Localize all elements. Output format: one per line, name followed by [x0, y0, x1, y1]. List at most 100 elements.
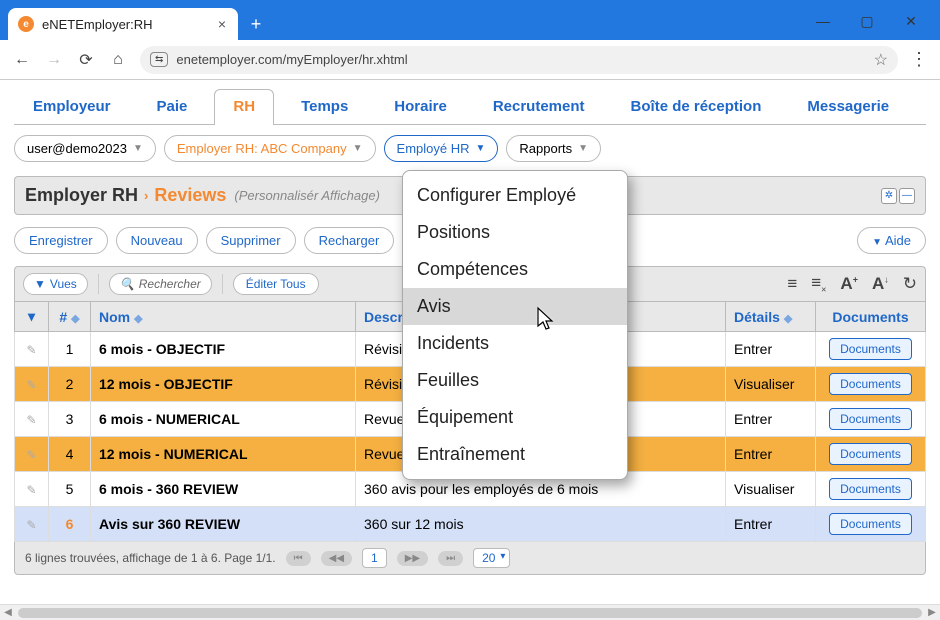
tab-rh[interactable]: RH [214, 89, 274, 125]
documents-button[interactable]: Documents [829, 408, 912, 430]
sort-icon: ◆ [71, 313, 79, 325]
page-prev-button[interactable]: ◀◀ [321, 551, 352, 566]
font-decrease-icon[interactable]: A↓ [872, 274, 889, 294]
page-first-button[interactable]: ⏮ [286, 551, 311, 566]
pencil-icon[interactable]: ✎ [26, 518, 36, 532]
bookmark-icon[interactable]: ☆ [874, 50, 888, 70]
pencil-icon[interactable]: ✎ [26, 343, 36, 357]
save-button[interactable]: Enregistrer [14, 227, 108, 254]
row-details: Entrer [726, 507, 816, 542]
menu-item-incidents[interactable]: Incidents [403, 325, 627, 362]
documents-button[interactable]: Documents [829, 443, 912, 465]
col-edit[interactable]: ▾ [15, 302, 49, 332]
edit-all-button[interactable]: Éditer Tous [233, 273, 319, 295]
delete-button[interactable]: Supprimer [206, 227, 296, 254]
sort-icon: ◆ [134, 313, 142, 325]
cursor-icon [534, 306, 556, 338]
clear-filter-icon[interactable]: ≡× [811, 273, 826, 294]
row-number: 2 [49, 367, 91, 402]
page-note: (Personnalisér Affichage) [234, 188, 379, 203]
refresh-icon[interactable]: ↻ [903, 274, 917, 294]
tab-temps[interactable]: Temps [282, 89, 367, 125]
tab-horaire[interactable]: Horaire [375, 89, 466, 125]
chevron-down-icon: ▼ [34, 277, 46, 291]
tab-employeur[interactable]: Employeur [14, 89, 130, 125]
documents-button[interactable]: Documents [829, 513, 912, 535]
horizontal-scrollbar[interactable]: ◀ ▶ [0, 604, 940, 620]
views-label: Vues [50, 277, 77, 291]
tab-title: eNETEmployer:RH [42, 17, 210, 32]
font-increase-icon[interactable]: A+ [840, 274, 858, 294]
browser-toolbar: ← → ⟳ ⌂ ⇆ enetemployer.com/myEmployer/hr… [0, 40, 940, 80]
row-name: Avis sur 360 REVIEW [91, 507, 356, 542]
close-window-icon[interactable]: ✕ [900, 10, 922, 32]
tab-bo-te-de-r-ception[interactable]: Boîte de réception [612, 89, 781, 125]
help-button[interactable]: ▼ Aide [857, 227, 926, 254]
search-input[interactable]: 🔍Rechercher [109, 273, 212, 295]
back-icon[interactable]: ← [12, 50, 32, 70]
separator [222, 274, 223, 294]
documents-button[interactable]: Documents [829, 478, 912, 500]
documents-button[interactable]: Documents [829, 373, 912, 395]
tab-recrutement[interactable]: Recrutement [474, 89, 604, 125]
reload-icon[interactable]: ⟳ [76, 50, 96, 70]
employer-dropdown-label: Employer RH: ABC Company [177, 141, 347, 156]
gear-icon[interactable]: ✲ [881, 188, 897, 204]
pencil-icon[interactable]: ✎ [26, 483, 36, 497]
menu-item-feuilles[interactable]: Feuilles [403, 362, 627, 399]
pencil-icon[interactable]: ✎ [26, 413, 36, 427]
new-button[interactable]: Nouveau [116, 227, 198, 254]
scroll-right-icon[interactable]: ▶ [924, 607, 940, 618]
page-next-button[interactable]: ▶▶ [397, 551, 428, 566]
scrollbar-thumb[interactable] [18, 608, 922, 618]
employee-dropdown[interactable]: Employé HR▼ [384, 135, 499, 162]
scroll-left-icon[interactable]: ◀ [0, 607, 16, 618]
minimize-icon[interactable]: — [812, 10, 834, 32]
col-name[interactable]: Nom◆ [91, 302, 356, 332]
reports-dropdown-label: Rapports [519, 141, 572, 156]
pencil-icon[interactable]: ✎ [26, 378, 36, 392]
filter-lines-icon[interactable]: ≡ [787, 274, 797, 294]
views-dropdown[interactable]: ▼ Vues [23, 273, 88, 295]
menu-item-avis[interactable]: Avis [403, 288, 627, 325]
row-details: Visualiser [726, 472, 816, 507]
pencil-icon[interactable]: ✎ [26, 448, 36, 462]
page-last-button[interactable]: ⏭ [438, 551, 463, 566]
col-num[interactable]: #◆ [49, 302, 91, 332]
collapse-icon[interactable]: — [899, 188, 915, 204]
menu-item-entra-nement[interactable]: Entraînement [403, 436, 627, 473]
row-number: 6 [49, 507, 91, 542]
browser-tab[interactable]: e eNETEmployer:RH × [8, 8, 238, 40]
menu-item--quipement[interactable]: Équipement [403, 399, 627, 436]
url-bar[interactable]: ⇆ enetemployer.com/myEmployer/hr.xhtml ☆ [140, 46, 898, 74]
col-documents[interactable]: Documents [816, 302, 926, 332]
secure-icon: ⇆ [150, 52, 168, 67]
reload-button[interactable]: Recharger [304, 227, 395, 254]
employer-dropdown[interactable]: Employer RH: ABC Company▼ [164, 135, 376, 162]
sort-icon: ◆ [784, 313, 792, 325]
menu-item-comp-tences[interactable]: Compétences [403, 251, 627, 288]
user-dropdown[interactable]: user@demo2023▼ [14, 135, 156, 162]
pagination: 6 lignes trouvées, affichage de 1 à 6. P… [14, 542, 926, 575]
documents-button[interactable]: Documents [829, 338, 912, 360]
maximize-icon[interactable]: ▢ [856, 10, 878, 32]
new-tab-button[interactable]: + [242, 10, 270, 38]
menu-icon[interactable]: ⋮ [910, 49, 928, 70]
tab-messagerie[interactable]: Messagerie [788, 89, 908, 125]
tab-paie[interactable]: Paie [138, 89, 207, 125]
col-details[interactable]: Détails◆ [726, 302, 816, 332]
menu-item-configurer-employ-[interactable]: Configurer Employé [403, 177, 627, 214]
col-num-label: # [59, 309, 67, 325]
filter-icon: ▾ [28, 308, 35, 324]
help-label: Aide [885, 233, 911, 248]
app-tabs: EmployeurPaieRHTempsHoraireRecrutementBo… [14, 88, 926, 125]
home-icon[interactable]: ⌂ [108, 50, 128, 70]
pagination-summary: 6 lignes trouvées, affichage de 1 à 6. P… [25, 551, 276, 565]
menu-item-positions[interactable]: Positions [403, 214, 627, 251]
employee-dropdown-menu: Configurer EmployéPositionsCompétencesAv… [402, 170, 628, 480]
close-tab-icon[interactable]: × [218, 16, 226, 32]
reports-dropdown[interactable]: Rapports▼ [506, 135, 601, 162]
forward-icon[interactable]: → [44, 50, 64, 70]
page-size-select[interactable]: 20 [473, 548, 510, 568]
table-row[interactable]: ✎6Avis sur 360 REVIEW360 sur 12 moisEntr… [15, 507, 926, 542]
